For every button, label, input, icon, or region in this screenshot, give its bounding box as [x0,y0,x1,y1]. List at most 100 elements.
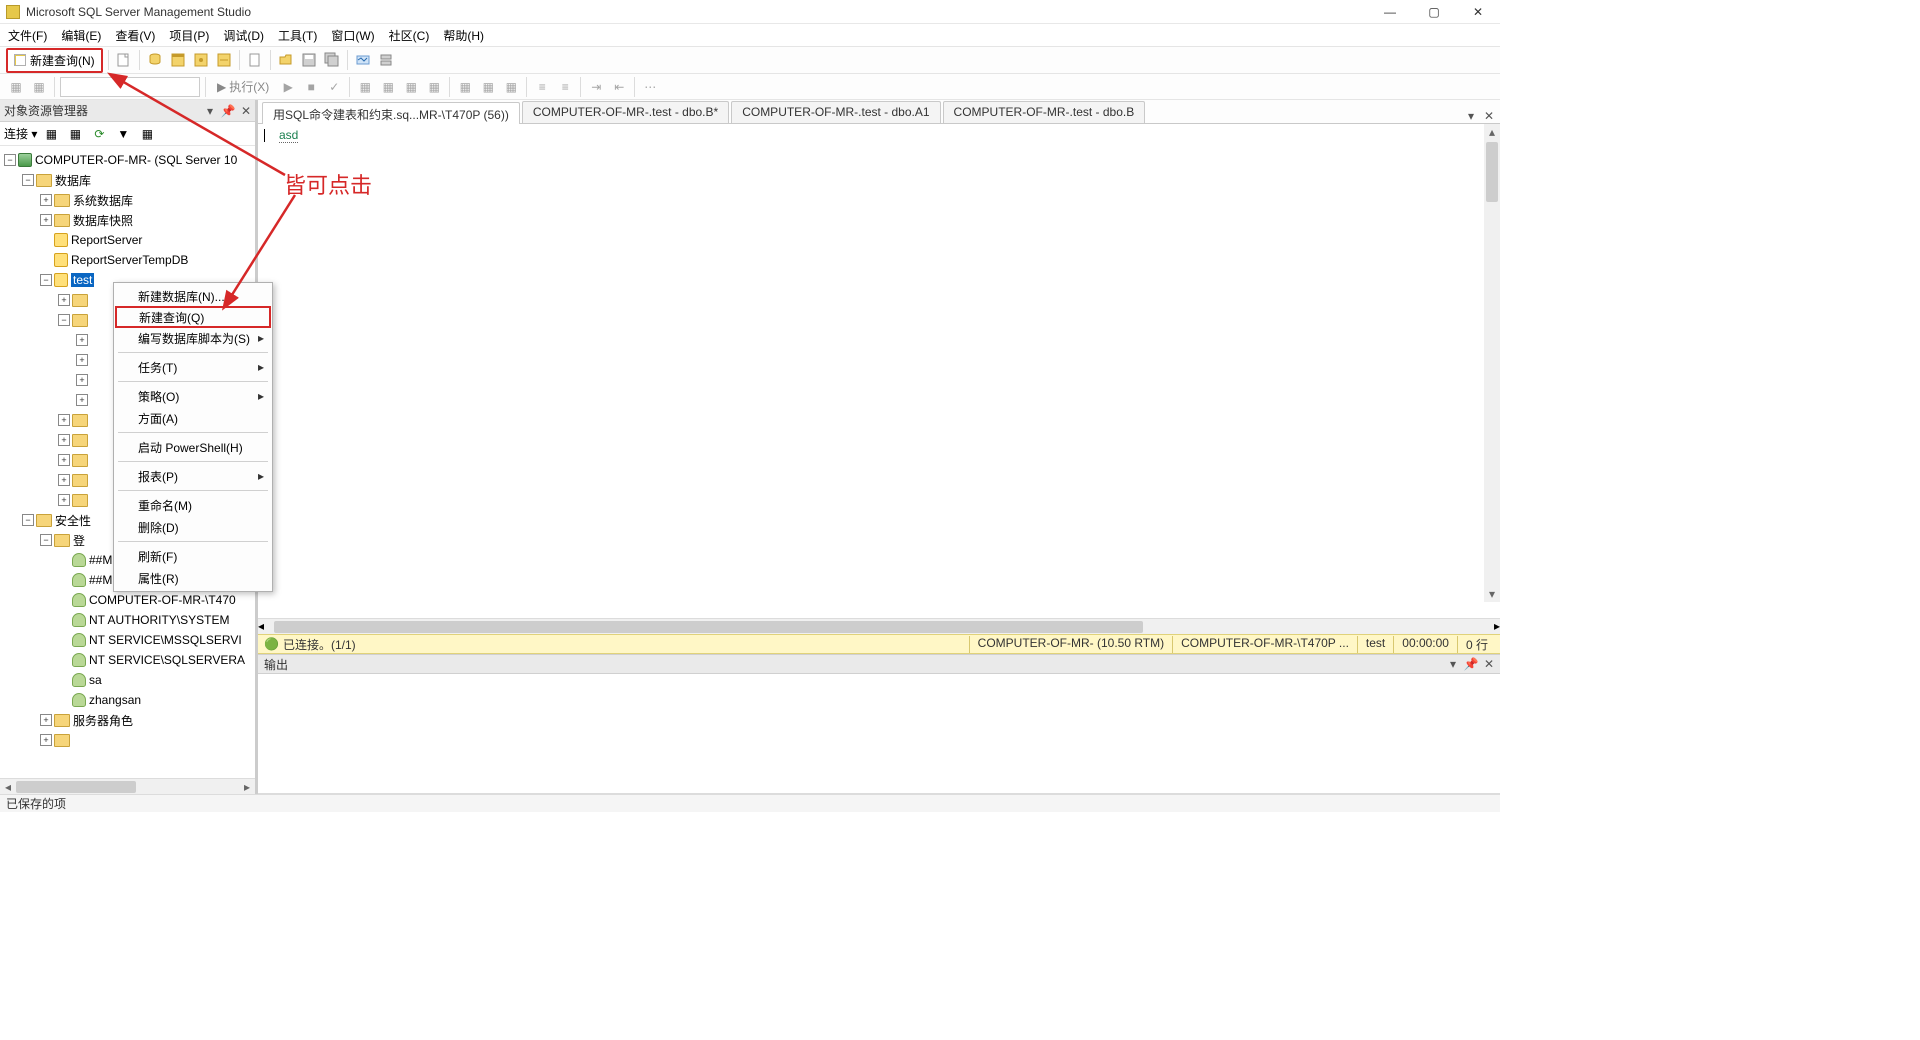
tab-active[interactable]: 用SQL命令建表和约束.sq...MR-\T470P (56)) [262,102,520,124]
menu-window[interactable]: 窗口(W) [331,27,374,44]
minimize-button[interactable]: — [1368,0,1412,24]
ctx-new-query[interactable]: 新建查询(Q) [115,306,271,328]
scroll-up-icon[interactable]: ▴ [1484,124,1500,140]
tb2-icon-1[interactable]: ▦ [6,77,26,97]
menu-edit[interactable]: 编辑(E) [61,27,101,44]
ctx-facets[interactable]: 方面(A) [116,407,270,429]
activity-monitor-button[interactable] [353,50,373,70]
ctx-rename[interactable]: 重命名(M) [116,494,270,516]
document-tab[interactable]: COMPUTER-OF-MR-.test - dbo.B [943,101,1146,123]
panel-pin-icon[interactable]: 📌 [221,104,235,118]
menu-view[interactable]: 查看(V) [115,27,155,44]
login-item[interactable]: NT AUTHORITY\SYSTEM [89,613,229,627]
results-grid-button[interactable]: ▦ [478,77,498,97]
login-item[interactable]: NT SERVICE\SQLSERVERA [89,653,245,667]
ctx-tasks[interactable]: 任务(T)▸ [116,356,270,378]
connect-icon[interactable]: ▦ [41,124,61,144]
output-panel[interactable] [258,674,1500,794]
scroll-thumb[interactable] [1486,142,1498,202]
refresh-icon[interactable]: ⟳ [89,124,109,144]
scroll-left-icon[interactable]: ◂ [0,779,16,795]
editor-hscrollbar[interactable]: ◂ ▸ [258,618,1500,634]
filter-icon[interactable]: ▼ [113,124,133,144]
login-item[interactable]: NT SERVICE\MSSQLSERVI [89,633,242,647]
indent-button[interactable]: ⇥ [586,77,606,97]
scroll-right-icon[interactable]: ▸ [1494,619,1500,633]
include-actual-plan-button[interactable]: ▦ [401,77,421,97]
login-item[interactable]: sa [89,673,102,687]
databases-node[interactable]: 数据库 [55,172,91,189]
menu-community[interactable]: 社区(C) [389,27,430,44]
ctx-policies[interactable]: 策略(O)▸ [116,385,270,407]
include-stats-button[interactable]: ▦ [424,77,444,97]
comment-button[interactable]: ≡ [532,77,552,97]
ctx-new-db[interactable]: 新建数据库(N)... [116,285,270,307]
security-node[interactable]: 安全性 [55,512,91,529]
new-project-button[interactable] [114,50,134,70]
estimated-plan-button[interactable]: ▦ [355,77,375,97]
login-item[interactable]: COMPUTER-OF-MR-\T470 [89,593,236,607]
database-combo[interactable] [60,77,200,97]
intellisense-button[interactable]: ▦ [378,77,398,97]
db-engine-query-button[interactable] [145,50,165,70]
system-databases-node[interactable]: 系统数据库 [73,192,133,209]
analysis-query-button[interactable] [168,50,188,70]
ctx-refresh[interactable]: 刷新(F) [116,545,270,567]
menu-tools[interactable]: 工具(T) [278,27,317,44]
results-text-button[interactable]: ▦ [455,77,475,97]
tab-dropdown-icon[interactable]: ▾ [1464,109,1478,123]
parse-button[interactable]: ✓ [324,77,344,97]
panel-dropdown-icon[interactable]: ▾ [203,104,217,118]
scroll-left-icon[interactable]: ◂ [258,619,264,633]
reportserver-node[interactable]: ReportServer [71,233,142,247]
reportservertemp-node[interactable]: ReportServerTempDB [71,253,188,267]
db-snapshot-node[interactable]: 数据库快照 [73,212,133,229]
sql-editor[interactable]: asd ▴ ▾ [258,124,1500,618]
close-button[interactable]: ✕ [1456,0,1500,24]
tab-close-icon[interactable]: ✕ [1482,109,1496,123]
menu-debug[interactable]: 调试(D) [223,27,264,44]
open-button[interactable] [276,50,296,70]
logins-node[interactable]: 登 [73,532,85,549]
panel-close-icon[interactable]: ✕ [239,104,253,118]
server-node[interactable]: COMPUTER-OF-MR- (SQL Server 10 [35,153,237,167]
login-item[interactable]: zhangsan [89,693,141,707]
document-tab[interactable]: COMPUTER-OF-MR-.test - dbo.A1 [731,101,940,123]
new-query-button[interactable]: 新建查询(N) [6,48,103,73]
outdent-button[interactable]: ⇤ [609,77,629,97]
save-all-button[interactable] [322,50,342,70]
save-button[interactable] [299,50,319,70]
ctx-powershell[interactable]: 启动 PowerShell(H) [116,436,270,458]
uncomment-button[interactable]: ≡ [555,77,575,97]
output-close-icon[interactable]: ✕ [1482,657,1496,671]
test-db-node[interactable]: test [71,273,94,287]
ctx-properties[interactable]: 属性(R) [116,567,270,589]
stop-button[interactable]: ■ [301,77,321,97]
page-button[interactable] [245,50,265,70]
disconnect-icon[interactable]: ▦ [65,124,85,144]
output-dropdown-icon[interactable]: ▾ [1446,657,1460,671]
execute-button[interactable]: ▶ 执行(X) [211,76,275,97]
registered-servers-button[interactable] [376,50,396,70]
mdx-query-button[interactable] [191,50,211,70]
ctx-reports[interactable]: 报表(P)▸ [116,465,270,487]
maximize-button[interactable]: ▢ [1412,0,1456,24]
stop-refresh-icon[interactable]: ▦ [137,124,157,144]
ctx-script[interactable]: 编写数据库脚本为(S)▸ [116,327,270,349]
specify-template-button[interactable]: ⋯ [640,77,660,97]
output-pin-icon[interactable]: 📌 [1464,657,1478,671]
menu-help[interactable]: 帮助(H) [443,27,484,44]
connect-button[interactable]: 连接 ▾ [4,125,37,142]
tb2-icon-2[interactable]: ▦ [29,77,49,97]
scroll-down-icon[interactable]: ▾ [1484,586,1500,602]
menu-project[interactable]: 项目(P) [169,27,209,44]
scroll-thumb[interactable] [16,781,136,793]
menu-file[interactable]: 文件(F) [8,27,47,44]
scroll-right-icon[interactable]: ▸ [239,779,255,795]
ctx-delete[interactable]: 删除(D) [116,516,270,538]
document-tab[interactable]: COMPUTER-OF-MR-.test - dbo.B* [522,101,729,123]
results-file-button[interactable]: ▦ [501,77,521,97]
debug-button[interactable]: ▶ [278,77,298,97]
server-roles-node[interactable]: 服务器角色 [73,712,133,729]
editor-vscrollbar[interactable]: ▴ ▾ [1484,124,1500,602]
